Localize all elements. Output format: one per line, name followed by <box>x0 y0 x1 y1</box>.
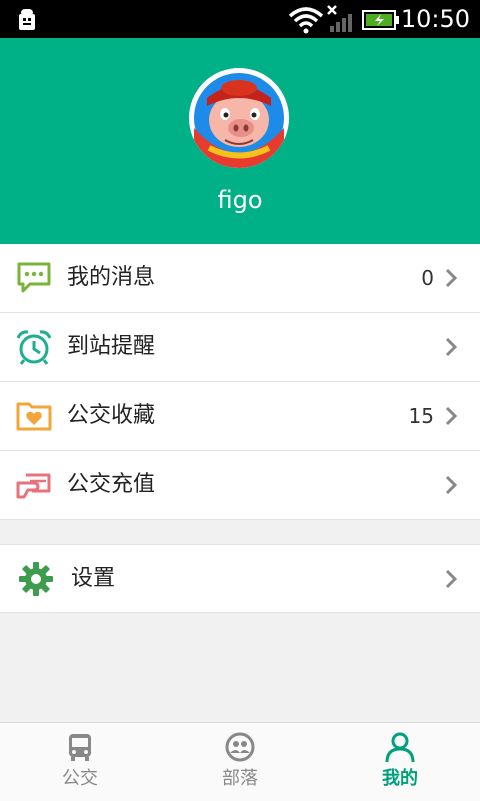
menu-group: 我的消息 0 到站提醒 公交收藏 15 公交充值 <box>0 244 480 520</box>
tab-label: 我的 <box>382 768 418 789</box>
card-recharge-icon <box>16 473 51 499</box>
status-bar: 10:50 <box>0 0 480 38</box>
chevron-right-icon <box>445 406 458 426</box>
chevron-right-icon <box>445 475 458 495</box>
gear-icon <box>19 562 53 596</box>
bottom-tab-bar: 公交 部落 我的 <box>0 722 480 801</box>
menu-item-arrival-reminder[interactable]: 到站提醒 <box>0 313 480 382</box>
menu-item-label: 设置 <box>71 566 116 591</box>
wifi-icon <box>288 7 324 34</box>
tab-label: 部落 <box>222 768 258 789</box>
tab-label: 公交 <box>62 768 98 789</box>
chevron-right-icon <box>445 569 458 589</box>
alarm-icon <box>16 330 52 365</box>
tab-tribe[interactable]: 部落 <box>160 723 320 801</box>
group-icon <box>225 732 255 762</box>
signal-icon <box>327 5 352 32</box>
menu-item-label: 公交收藏 <box>67 403 156 428</box>
settings-group: 设置 <box>0 544 480 613</box>
clock: 10:50 <box>400 5 470 33</box>
avatar[interactable] <box>189 68 289 168</box>
favorites-count: 15 <box>408 404 434 428</box>
message-count: 0 <box>421 266 434 290</box>
menu-item-label: 我的消息 <box>67 265 156 290</box>
menu-item-settings[interactable]: 设置 <box>0 545 480 613</box>
message-icon <box>17 262 51 293</box>
android-debug-icon <box>19 9 35 30</box>
battery-icon <box>362 10 399 30</box>
profile-header: figo <box>0 38 480 244</box>
chevron-right-icon <box>445 337 458 357</box>
person-icon <box>385 732 415 763</box>
username: figo <box>217 186 263 214</box>
tab-bus[interactable]: 公交 <box>0 723 160 801</box>
menu-item-messages[interactable]: 我的消息 0 <box>0 244 480 313</box>
menu-item-label: 公交充值 <box>67 472 156 497</box>
chevron-right-icon <box>445 268 458 288</box>
menu-item-bus-recharge[interactable]: 公交充值 <box>0 451 480 520</box>
favorites-folder-icon <box>16 402 52 431</box>
menu-item-label: 到站提醒 <box>67 334 156 359</box>
menu-item-bus-favorites[interactable]: 公交收藏 15 <box>0 382 480 451</box>
tab-mine[interactable]: 我的 <box>320 723 480 801</box>
bus-icon <box>69 734 91 761</box>
